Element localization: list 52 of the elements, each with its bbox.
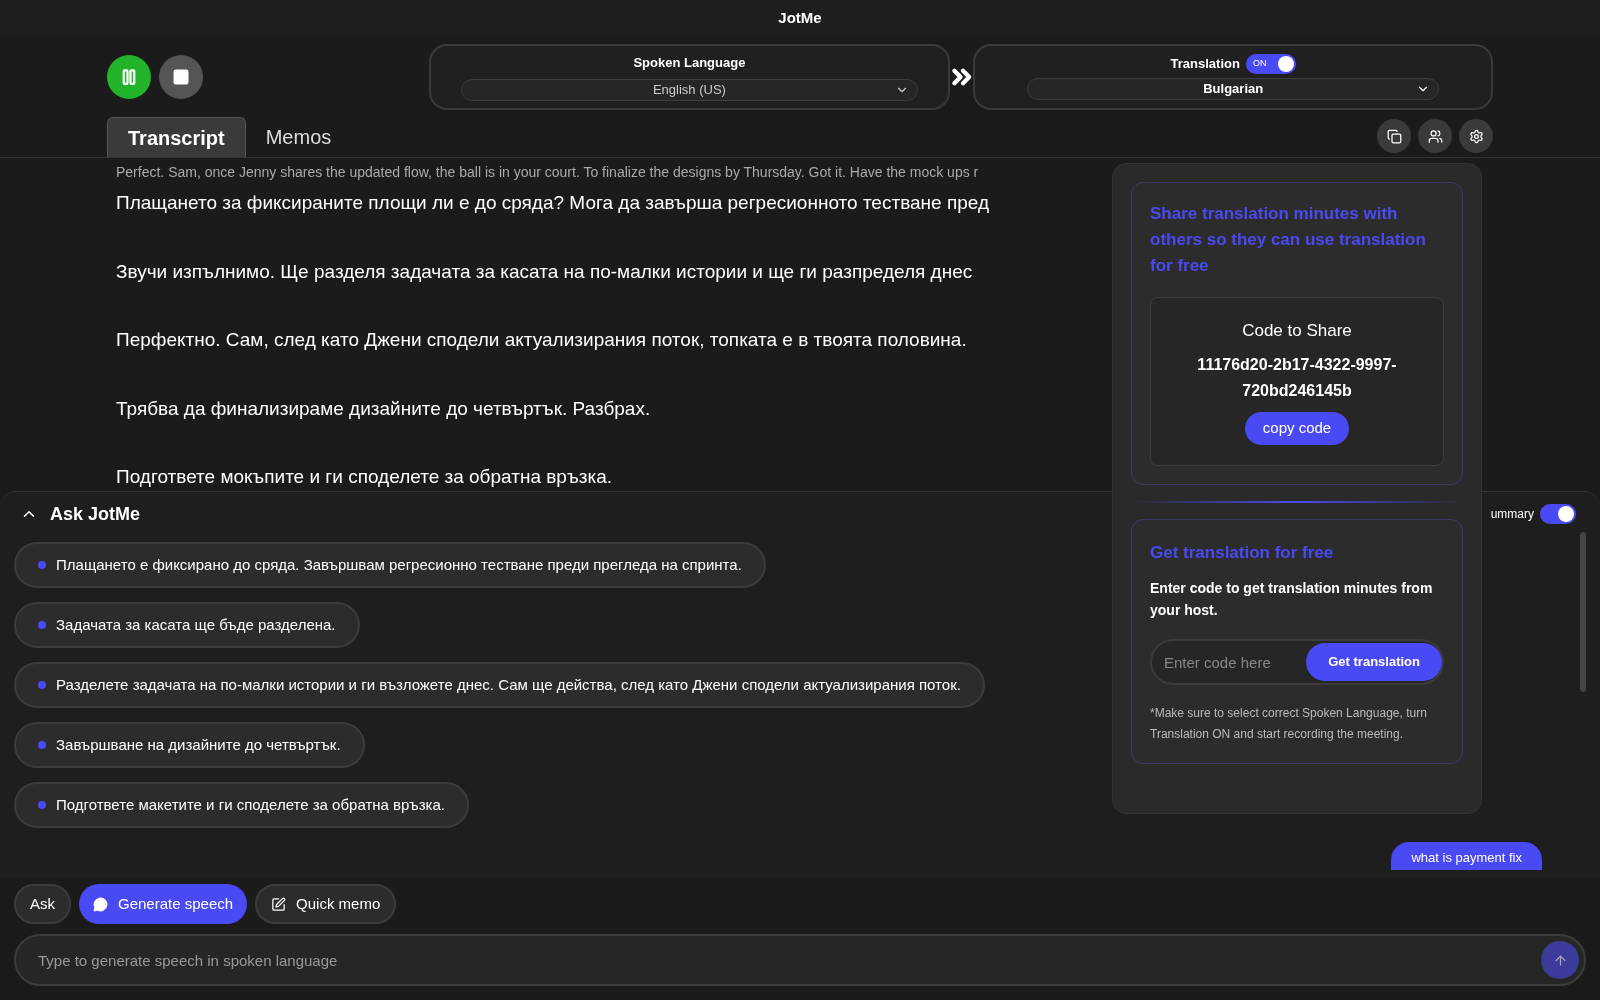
pause-icon (120, 68, 138, 86)
edit-icon (271, 896, 287, 912)
message-input[interactable]: Type to generate speech in spoken language (14, 934, 1586, 986)
note-text: *Make sure to select correct Spoken Language, turn Translation ON and start recording the meeting. (1150, 705, 1428, 743)
summary-label: ummary (1490, 506, 1534, 523)
bullet-icon (38, 561, 46, 569)
chat-bubble: what is payment fix (1391, 842, 1542, 870)
language-select[interactable]: Bulgarian (1027, 78, 1439, 100)
share-code: 11176d20-2b17-4322-9997-720bd246145b (1196, 354, 1398, 401)
mode-button[interactable]: Generate speech (79, 884, 248, 924)
original-transcript: Perfect. Sam, once Jenny shares the updated flow, the ball is in your court. To finalize the designs by Thursday. Got it. Have the mock ups r (116, 163, 980, 182)
summary-point[interactable]: Разделете задачата на по-малки истории и ги възложете днес. Сам ще действа, след като Джени сподели актуализирания поток. (14, 662, 985, 708)
people-icon (1427, 128, 1443, 144)
copy-button[interactable] (1377, 119, 1411, 153)
share-button[interactable] (1418, 119, 1452, 153)
translation-toggle[interactable]: ON (1245, 54, 1296, 74)
chat-icon (93, 896, 108, 912)
share-heading: Share translation minutes with others so they can use translation for free (1150, 203, 1427, 277)
bullet-icon (38, 621, 46, 629)
bullet-icon (38, 681, 46, 689)
get-heading: Get translation for free (1150, 541, 1335, 564)
transcript-line: Трябва да финализираме дизайните до четвъртък. Разбрах. (116, 396, 651, 421)
panel-label: Translation (1170, 55, 1240, 74)
stop-button[interactable] (159, 55, 203, 99)
stop-icon (172, 68, 190, 86)
summary-point[interactable]: Завършване на дизайните до четвъртък. (14, 722, 365, 768)
transcript-line: Звучи изпълнимо. Ще разделя задачата за касата на по-малки истории и ще ги разпределя днес (116, 259, 973, 284)
tab[interactable]: Memos (245, 117, 352, 157)
get-text: Enter code to get translation minutes from your host. (1150, 579, 1434, 620)
summary-toggle[interactable] (1540, 504, 1576, 524)
copy-icon (1386, 128, 1402, 144)
mode-button[interactable]: Quick memo (255, 884, 397, 924)
transcript-line: Плащането за фиксираните площи ли е до сряда? Мога да завърша регресионното тестване пред (116, 191, 990, 215)
summary-point[interactable]: Плащането е фиксирано до сряда. Завършвам регресионно тестване преди прегледа на спринта. (14, 542, 766, 588)
mode-button[interactable]: Ask (14, 884, 71, 924)
panel-title: Ask JotMe (50, 502, 141, 526)
bullet-icon (38, 741, 46, 749)
summary-point[interactable]: Задачата за касата ще бъде разделена. (14, 602, 360, 648)
panel-label: Spoken Language (633, 54, 746, 73)
bullet-icon (38, 801, 46, 809)
language-select[interactable]: English (US) (461, 78, 918, 101)
get-translation-button[interactable]: Get translation (1306, 643, 1442, 681)
summary-point[interactable]: Подгответе макетите и ги споделете за обратна връзка. (14, 782, 470, 828)
transcript-line: Подгответе мокъпите и ги споделете за обратна връзка. (116, 465, 613, 489)
settings-icon (1468, 128, 1484, 144)
window-title: JotMe (778, 7, 822, 28)
code-label: Code to Share (1242, 320, 1352, 342)
copy-code-button[interactable]: copy code (1244, 411, 1350, 445)
tab[interactable]: Transcript (107, 117, 246, 157)
pause-button[interactable] (107, 55, 151, 99)
transcript-line: Перфектно. Сам, след като Джени сподели актуализирания поток, топката е в твоята половина. (116, 328, 967, 352)
settings-button[interactable] (1459, 119, 1493, 153)
